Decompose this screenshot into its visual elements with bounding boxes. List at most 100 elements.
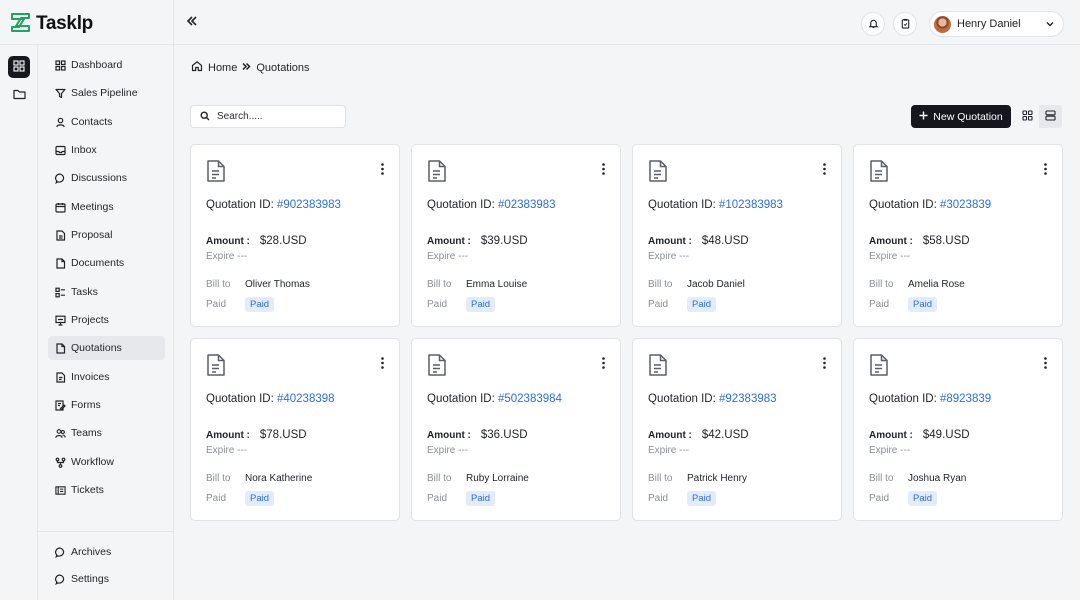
sidebar-item-dashboard[interactable]: Dashboard [48,53,165,77]
bill-to-row: Bill to Jacob Daniel [648,279,745,290]
more-options-icon[interactable] [597,356,609,370]
app-root: Tasklp Henry Daniel Dashboard Sales Pipe… [0,0,1080,600]
quotation-id-link[interactable]: #902383983 [277,199,341,211]
quotation-card[interactable]: Quotation ID: #02383983 Amount : $39.USD … [411,144,621,327]
more-options-icon[interactable] [376,162,388,176]
quotation-title: Quotation ID: #8923839 [869,393,991,405]
quotation-id-link[interactable]: #102383983 [719,199,783,211]
sidebar-item-contacts[interactable]: Contacts [48,110,165,134]
list-view-button[interactable] [1039,105,1062,128]
rail-folder-button[interactable] [8,84,30,106]
list-icon [1045,109,1056,124]
document-icon [869,159,889,186]
quotation-card[interactable]: Quotation ID: #8923839 Amount : $49.USD E… [853,338,1063,521]
sidebar-item-tickets[interactable]: Tickets [48,478,165,502]
search-input[interactable] [217,111,337,122]
breadcrumb: Home Quotations [191,60,310,75]
icon-rail [0,45,38,600]
paid-label: Paid [206,299,227,310]
sidebar-item-meetings[interactable]: Meetings [48,195,165,219]
amount-row: Amount : $42.USD [648,429,749,441]
sidebar-item-projects[interactable]: Projects [48,308,165,332]
plus-icon [919,111,928,123]
more-options-icon[interactable] [1039,162,1051,176]
amount-value: $48.USD [701,235,749,247]
more-options-icon[interactable] [597,162,609,176]
sidebar-item-forms[interactable]: Forms [48,393,165,417]
sidebar-item-sales-pipeline[interactable]: Sales Pipeline [48,81,165,105]
bill-to-value: Joshua Ryan [908,473,967,484]
sidebar-item-label: Inbox [71,144,97,156]
amount-value: $42.USD [701,429,749,441]
sidebar-item-label: Tasks [71,286,98,298]
bell-icon [868,17,879,32]
dashboard-icon [55,59,66,71]
people-icon [55,428,66,439]
sidebar-item-workflow[interactable]: Workflow [48,450,165,474]
more-options-icon[interactable] [818,356,830,370]
quotation-id-link[interactable]: #8923839 [940,393,991,405]
sidebar-item-documents[interactable]: Documents [48,251,165,275]
more-options-icon[interactable] [376,356,388,370]
presentation-icon [55,315,66,326]
app-name: Tasklp [36,13,93,34]
expire-text: Expire --- [206,445,248,456]
status-badge: Paid [466,297,496,312]
user-menu[interactable]: Henry Daniel [929,11,1064,37]
expire-text: Expire --- [869,251,911,262]
status-badge: Paid [908,491,938,506]
quotation-id-link[interactable]: #92383983 [719,393,777,405]
grid-view-button[interactable] [1016,105,1039,128]
quotation-id-link[interactable]: #502383984 [498,393,562,405]
paid-row: Paid Paid [648,491,717,506]
paid-row: Paid Paid [427,491,496,506]
quotation-card[interactable]: Quotation ID: #502383984 Amount : $36.USD… [411,338,621,521]
collapse-sidebar-button[interactable] [183,13,201,31]
sidebar-item-settings[interactable]: Settings [48,567,165,591]
quotation-card[interactable]: Quotation ID: #902383983 Amount : $28.USD… [190,144,400,327]
bill-to-value: Ruby Lorraine [466,473,529,484]
rail-apps-button[interactable] [8,56,30,78]
quotation-card[interactable]: Quotation ID: #102383983 Amount : $48.USD… [632,144,842,327]
top-bar: Tasklp Henry Daniel [0,0,1080,45]
amount-value: $49.USD [922,429,970,441]
more-options-icon[interactable] [1039,356,1051,370]
quotation-id-label: Quotation ID: [206,393,277,405]
sidebar-item-invoices[interactable]: Invoices [48,365,165,389]
sidebar-item-discussions[interactable]: Discussions [48,166,165,190]
sidebar-item-teams[interactable]: Teams [48,421,165,445]
notifications-button[interactable] [861,12,885,36]
sidebar-item-proposal[interactable]: Proposal [48,223,165,247]
more-options-icon[interactable] [818,162,830,176]
bill-to-label: Bill to [869,473,894,484]
amount-label: Amount : [869,236,913,247]
bill-to-value: Oliver Thomas [245,279,310,290]
amount-value: $39.USD [480,235,528,247]
sidebar-item-label: Meetings [71,201,114,213]
sidebar-item-label: Archives [71,546,112,558]
sidebar-item-inbox[interactable]: Inbox [48,138,165,162]
new-quotation-button[interactable]: New Quotation [911,105,1011,128]
quotation-id-link[interactable]: #02383983 [498,199,556,211]
new-quotation-label: New Quotation [933,110,1003,123]
quotation-card[interactable]: Quotation ID: #3023839 Amount : $58.USD E… [853,144,1063,327]
breadcrumb-home-link[interactable]: Home [208,62,237,74]
sidebar-item-tasks[interactable]: Tasks [48,280,165,304]
funnel-icon [55,88,66,99]
inbox-icon [55,145,66,156]
quotation-card[interactable]: Quotation ID: #92383983 Amount : $42.USD … [632,338,842,521]
sidebar-item-archives[interactable]: Archives [48,540,165,564]
clipboard-button[interactable] [893,12,917,36]
quotation-title: Quotation ID: #902383983 [206,199,341,211]
quotation-card[interactable]: Quotation ID: #40238398 Amount : $78.USD … [190,338,400,521]
expire-text: Expire --- [427,251,469,262]
quotation-id-link[interactable]: #3023839 [940,199,991,211]
amount-label: Amount : [427,236,471,247]
status-badge: Paid [908,297,938,312]
sidebar-item-quotations[interactable]: Quotations [48,336,165,360]
bill-to-value: Patrick Henry [687,473,748,484]
app-logo[interactable]: Tasklp [10,12,93,36]
document-icon [427,159,447,186]
quotation-id-link[interactable]: #40238398 [277,393,335,405]
paid-label: Paid [648,299,669,310]
